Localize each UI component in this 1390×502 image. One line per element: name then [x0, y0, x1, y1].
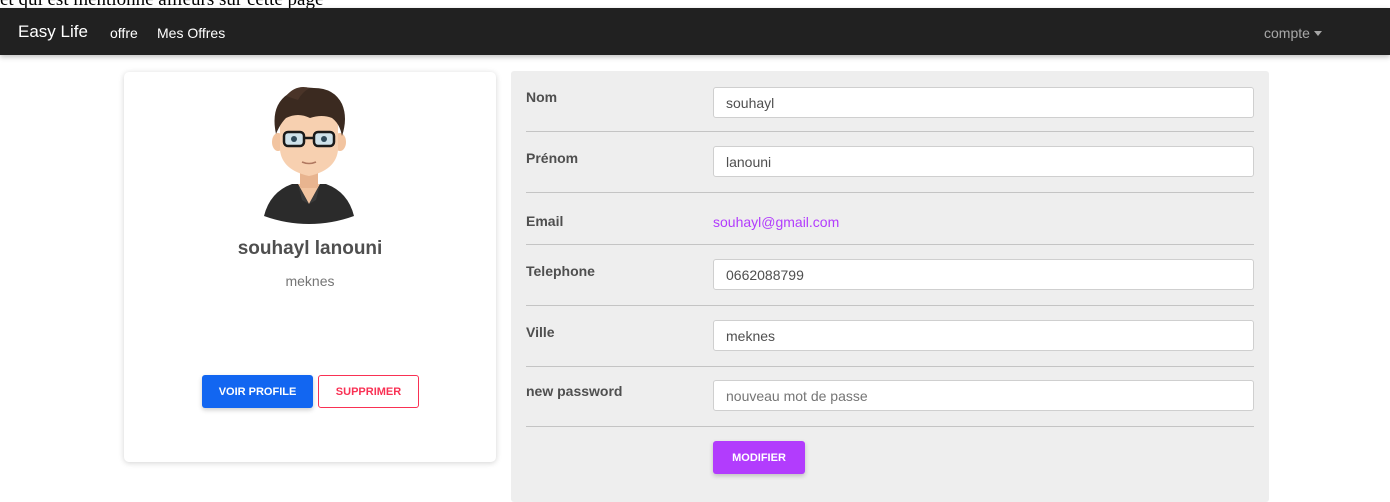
page-top-text: et qui est mentionné ailleurs sur cette … [0, 0, 700, 8]
nav-link-offre[interactable]: offre [110, 25, 138, 41]
form-row-email: Email souhayl@gmail.com [526, 193, 1254, 245]
form-row-nom: Nom [526, 71, 1254, 132]
password-label: new password [526, 383, 623, 399]
navbar-brand[interactable]: Easy Life [18, 22, 88, 42]
ville-label: Ville [526, 324, 555, 340]
profile-name: souhayl lanouni [237, 238, 383, 259]
profile-city: meknes [285, 273, 335, 289]
email-label: Email [526, 213, 564, 229]
view-profile-button[interactable]: VOIR PROFILE [202, 375, 313, 408]
prenom-label: Prénom [526, 150, 579, 166]
modify-button[interactable]: MODIFIER [713, 441, 805, 474]
new-password-input[interactable] [713, 380, 1254, 411]
email-value: souhayl@gmail.com [713, 214, 840, 230]
form-row-prenom: Prénom [526, 132, 1254, 193]
prenom-input[interactable] [713, 146, 1254, 177]
nav-link-mes-offres[interactable]: Mes Offres [157, 25, 225, 41]
avatar-icon [264, 87, 354, 224]
caret-down-icon [1313, 31, 1322, 36]
telephone-input[interactable] [713, 259, 1254, 290]
navbar: Easy Life offre Mes Offres compte [0, 8, 1390, 55]
account-label: compte [1264, 25, 1310, 41]
account-dropdown[interactable]: compte [1264, 25, 1322, 41]
form-row-password: new password [526, 367, 1254, 427]
nom-input[interactable] [713, 87, 1254, 118]
form-row-telephone: Telephone [526, 245, 1254, 306]
ville-input[interactable] [713, 320, 1254, 351]
form-row-ville: Ville [526, 306, 1254, 367]
profile-form: Nom Prénom Email souhayl@gmail.com Telep… [511, 71, 1269, 502]
profile-card: souhayl lanouni meknes VOIR PROFILE SUPP… [124, 72, 496, 462]
nom-label: Nom [526, 89, 558, 105]
delete-button[interactable]: SUPPRIMER [318, 375, 419, 408]
telephone-label: Telephone [526, 263, 595, 279]
